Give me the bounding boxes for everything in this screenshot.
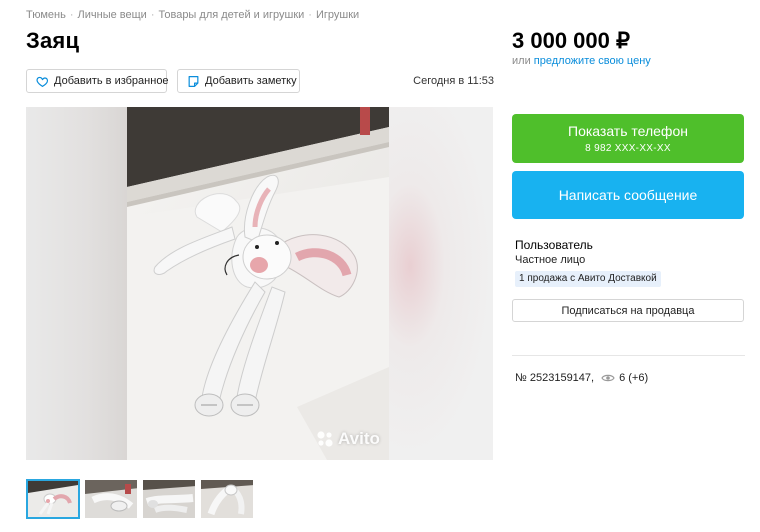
breadcrumb-city[interactable]: Тюмень <box>26 9 66 21</box>
thumbnail-strip <box>26 479 254 519</box>
main-photo[interactable] <box>127 107 389 460</box>
thumbnail-1[interactable] <box>26 479 80 519</box>
subscribe-seller-button[interactable]: Подписаться на продавца <box>512 299 744 322</box>
seller-type: Частное лицо <box>515 254 586 266</box>
breadcrumb-kids-goods[interactable]: Товары для детей и игрушки <box>159 9 305 21</box>
subscribe-seller-label: Подписаться на продавца <box>561 304 695 317</box>
avito-watermark: Avito <box>316 429 380 449</box>
send-message-button[interactable]: Написать сообщение <box>512 171 744 219</box>
thumbnail-2[interactable] <box>84 479 138 519</box>
photo-gallery[interactable]: Avito <box>26 107 493 460</box>
price: 3 000 000 ₽ <box>512 28 630 53</box>
breadcrumb-separator: · <box>69 9 74 21</box>
show-phone-button[interactable]: Показать телефон 8 982 XXX-XX-XX <box>512 114 744 163</box>
delivery-sales-badge: 1 продажа с Авито Доставкой <box>515 271 661 287</box>
show-phone-label: Показать телефон <box>568 123 688 139</box>
listing-meta: № 2523159147, 6 (+6) <box>515 372 648 384</box>
breadcrumb-personal-items[interactable]: Личные вещи <box>78 9 147 21</box>
price-or-text: или <box>512 55 531 67</box>
views-count: 6 (+6) <box>619 372 649 384</box>
watermark-text: Avito <box>338 429 380 448</box>
seller-name[interactable]: Пользователь <box>515 238 593 252</box>
thumbnail-4[interactable] <box>200 479 254 519</box>
thumbnail-3[interactable] <box>142 479 196 519</box>
avito-logo-icon <box>316 430 334 448</box>
send-message-label: Написать сообщение <box>558 187 698 203</box>
add-note-button[interactable]: Добавить заметку <box>177 69 300 93</box>
add-note-label: Добавить заметку <box>205 75 297 87</box>
add-to-favorites-label: Добавить в избранное <box>54 75 169 87</box>
add-to-favorites-button[interactable]: Добавить в избранное <box>26 69 169 93</box>
breadcrumb: Тюмень · Личные вещи · Товары для детей и иг… <box>26 9 359 21</box>
page-title: Заяц <box>26 28 80 53</box>
gallery-blur-right <box>389 107 493 460</box>
note-icon <box>187 75 200 88</box>
divider <box>512 355 745 356</box>
offer-price-link[interactable]: предложите свою цену <box>534 55 651 67</box>
heart-icon <box>36 75 49 88</box>
price-offer: или предложите свою цену <box>512 55 651 67</box>
breadcrumb-separator: · <box>308 9 312 21</box>
breadcrumb-separator: · <box>150 9 155 21</box>
eye-icon <box>601 373 615 383</box>
breadcrumb-toys[interactable]: Игрушки <box>316 9 359 21</box>
publish-date: Сегодня в 11:53 <box>413 75 494 87</box>
item-number: № 2523159147, <box>515 372 595 384</box>
masked-phone-number: 8 982 XXX-XX-XX <box>585 143 671 154</box>
gallery-blur-left <box>26 107 127 460</box>
